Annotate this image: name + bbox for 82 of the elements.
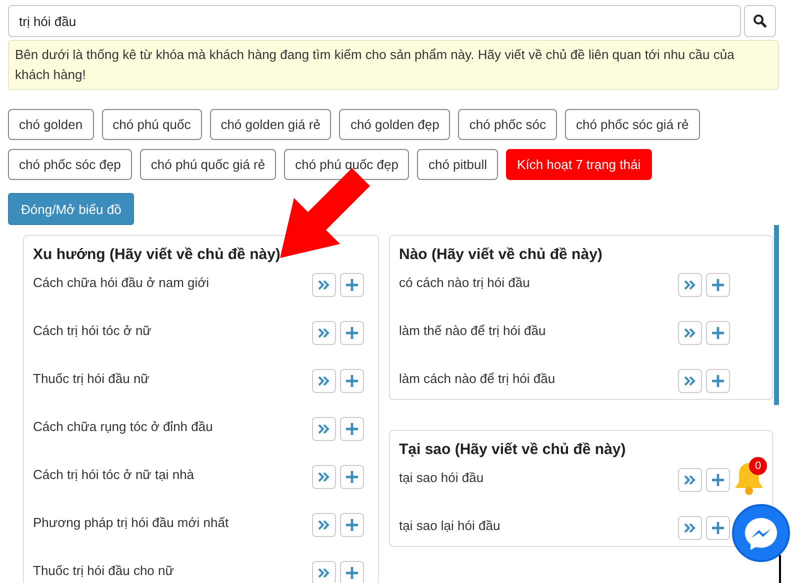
- add-button[interactable]: [706, 516, 730, 540]
- double-chevron-icon: [684, 376, 696, 386]
- add-button[interactable]: [706, 321, 730, 345]
- double-chevron-icon: [318, 328, 330, 338]
- keyword-tag[interactable]: chó phú quốc đẹp: [284, 149, 410, 180]
- expand-button[interactable]: [312, 321, 336, 345]
- keyword-tag[interactable]: chó pitbull: [417, 149, 498, 180]
- topic-text: tại sao lại hói đầu: [399, 517, 502, 534]
- plus-icon: [346, 327, 358, 339]
- plus-icon: [346, 423, 358, 435]
- topic-text: tại sao hói đầu: [399, 469, 485, 486]
- add-button[interactable]: [340, 369, 364, 393]
- expand-button[interactable]: [312, 465, 336, 489]
- plus-icon: [346, 519, 358, 531]
- double-chevron-icon: [684, 280, 696, 290]
- add-button[interactable]: [340, 465, 364, 489]
- panel-title: Nào (Hãy viết về chủ đề này): [399, 245, 604, 265]
- double-chevron-icon: [684, 475, 696, 485]
- plus-icon: [712, 474, 724, 486]
- expand-button[interactable]: [678, 369, 702, 393]
- topic-text: làm thế nào để trị hói đầu: [399, 322, 547, 339]
- double-chevron-icon: [684, 523, 696, 533]
- plus-icon: [346, 471, 358, 483]
- expand-button[interactable]: [312, 369, 336, 393]
- keyword-tag[interactable]: chó phú quốc giá rẻ: [140, 149, 276, 180]
- expand-button[interactable]: [312, 561, 336, 583]
- keyword-tag[interactable]: chó golden đẹp: [339, 109, 450, 140]
- hint-message: Bên dưới là thống kê từ khóa mà khách hàng đang tìm kiếm cho sản phẩm này. Hãy viết về chủ đề liên quan tới nhu cầu của khách hàng!: [8, 40, 779, 90]
- keyword-tag[interactable]: chó phốc sóc đẹp: [8, 149, 132, 180]
- panel-title: Tại sao (Hãy viết về chủ đề này): [399, 440, 627, 460]
- expand-button[interactable]: [678, 273, 702, 297]
- add-button[interactable]: [340, 273, 364, 297]
- topic-text: Phương pháp trị hói đầu mới nhất: [33, 514, 230, 531]
- expand-button[interactable]: [678, 321, 702, 345]
- search-icon: [753, 14, 767, 28]
- expand-button[interactable]: [312, 417, 336, 441]
- expand-button[interactable]: [312, 513, 336, 537]
- topic-text: Cách trị hói tóc ở nữ tại nhà: [33, 466, 196, 483]
- expand-button[interactable]: [678, 468, 702, 492]
- topic-text: có cách nào trị hói đầu: [399, 274, 531, 291]
- panel-title: Xu hướng (Hãy viết về chủ đề này): [33, 245, 282, 265]
- keyword-tag[interactable]: chó phốc sóc: [458, 109, 557, 140]
- keyword-tag[interactable]: chó phú quốc: [102, 109, 202, 140]
- keyword-tag[interactable]: chó golden giá rẻ: [210, 109, 332, 140]
- double-chevron-icon: [318, 472, 330, 482]
- add-button[interactable]: [706, 273, 730, 297]
- add-button[interactable]: [340, 321, 364, 345]
- add-button[interactable]: [340, 513, 364, 537]
- topic-text: làm cách nào để trị hói đầu: [399, 370, 556, 387]
- plus-icon: [346, 279, 358, 291]
- keyword-tag[interactable]: chó phốc sóc giá rẻ: [564, 109, 700, 140]
- double-chevron-icon: [318, 424, 330, 434]
- chat-icon[interactable]: [731, 503, 791, 563]
- double-chevron-icon: [318, 376, 330, 386]
- search-field[interactable]: trị hói đầu: [8, 5, 741, 37]
- double-chevron-icon: [318, 568, 330, 578]
- add-button[interactable]: [340, 417, 364, 441]
- plus-icon: [346, 375, 358, 387]
- keyword-tag[interactable]: Kích hoạt 7 trạng thái: [506, 149, 652, 180]
- add-button[interactable]: [340, 561, 364, 583]
- double-chevron-icon: [318, 280, 330, 290]
- topic-text: Cách trị hói tóc ở nữ: [33, 322, 152, 339]
- plus-icon: [712, 327, 724, 339]
- expand-button[interactable]: [312, 273, 336, 297]
- expand-button[interactable]: [678, 516, 702, 540]
- topic-text: Thuốc trị hói đầu nữ: [33, 370, 150, 387]
- search-button[interactable]: [744, 5, 776, 37]
- plus-icon: [712, 375, 724, 387]
- keyword-tag[interactable]: chó golden: [8, 109, 94, 140]
- topic-text: Cách chữa hói đầu ở nam giới: [33, 274, 210, 291]
- plus-icon: [712, 279, 724, 291]
- topic-text: Thuốc trị hói đầu cho nữ: [33, 562, 175, 579]
- plus-icon: [712, 522, 724, 534]
- text-cursor: [779, 555, 781, 583]
- topic-text: Cách chữa rụng tóc ở đỉnh đầu: [33, 418, 214, 435]
- plus-icon: [346, 567, 358, 579]
- double-chevron-icon: [318, 520, 330, 530]
- chart-toggle-button[interactable]: Đóng/Mở biểu đồ: [8, 193, 134, 225]
- scrollbar-thumb[interactable]: [774, 225, 779, 405]
- add-button[interactable]: [706, 468, 730, 492]
- double-chevron-icon: [684, 328, 696, 338]
- add-button[interactable]: [706, 369, 730, 393]
